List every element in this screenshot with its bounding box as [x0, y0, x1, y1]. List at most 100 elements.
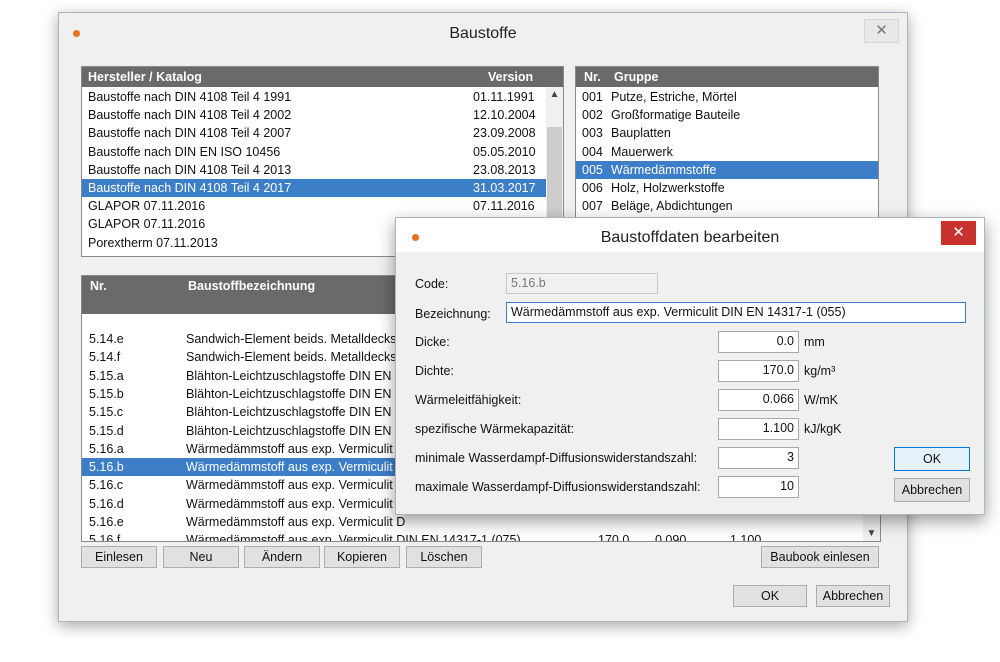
group-row[interactable]: 007 Beläge, Abdichtungen: [576, 197, 878, 215]
material-nr: 5.16.b: [89, 460, 124, 475]
scroll-up-icon[interactable]: ▲: [546, 89, 563, 100]
group-name: Holz, Holzwerkstoffe: [611, 181, 725, 195]
material-name: Wärmedämmstoff aus exp. Vermiculit DIN E…: [186, 533, 521, 542]
catalog-name: Porextherm 07.11.2013: [88, 235, 218, 250]
material-nr: 5.15.a: [89, 368, 124, 383]
group-name: Beläge, Abdichtungen: [611, 199, 733, 214]
material-nr: 5.15.b: [89, 386, 124, 401]
catalog-version: 05.05.2010: [473, 144, 536, 159]
einlesen-button[interactable]: Einlesen: [81, 546, 157, 568]
dialog-title: Baustoffdaten bearbeiten: [600, 229, 780, 246]
col-header-nr: Nr.: [584, 70, 601, 84]
col-header-catalog: Hersteller / Katalog: [88, 70, 202, 84]
catalog-row[interactable]: Baustoffe nach DIN EN ISO 10456 05.05.201…: [82, 143, 546, 161]
material-name: Blähton-Leichtzuschlagstoffe DIN EN 1: [186, 405, 402, 420]
catalog-name: Baustoffe nach DIN 4108 Teil 4 1991: [88, 90, 292, 104]
dicke-label: Dicke:: [415, 335, 450, 349]
dicke-field[interactable]: 0.0: [718, 331, 799, 353]
material-name: Sandwich-Element beids. Metalldecksc: [186, 332, 403, 346]
material-name: Blähton-Leichtzuschlagstoffe DIN EN 1: [186, 368, 402, 383]
aendern-button[interactable]: Ändern: [244, 546, 320, 568]
catalog-row[interactable]: Baustoffe nach DIN 4108 Teil 4 2007 23.09…: [82, 124, 546, 142]
waermekapazitaet-field[interactable]: 1.100: [718, 418, 799, 440]
group-header: Nr. Gruppe: [576, 67, 878, 87]
catalog-row[interactable]: Baustoffe nach DIN 4108 Teil 4 2017 31.03…: [82, 179, 546, 197]
material-nr: 5.16.f: [89, 533, 121, 542]
material-name: Wärmedämmstoff aus exp. Vermiculit D: [186, 496, 406, 511]
min-mu-field[interactable]: 3: [718, 447, 799, 469]
group-row[interactable]: 006 Holz, Holzwerkstoffe: [576, 179, 878, 197]
code-label: Code:: [415, 277, 449, 291]
catalog-version: 07.11.2016: [473, 199, 535, 214]
catalog-version: 12.10.2004: [473, 108, 536, 123]
material-heat-capacity: 1.100: [730, 533, 762, 542]
main-cancel-button[interactable]: Abbrechen: [816, 585, 890, 607]
group-name: Bauplatten: [611, 126, 671, 141]
material-nr: 5.15.c: [89, 405, 124, 420]
col-header-material-nr: Nr.: [90, 279, 107, 293]
col-header-group: Gruppe: [614, 70, 659, 84]
waermekapazitaet-unit: kJ/kgK: [804, 422, 842, 436]
scrollbar-thumb[interactable]: [547, 127, 562, 227]
dialog-title-bar: Baustoffdaten bearbeiten ✕: [396, 218, 984, 252]
max-mu-label: maximale Wasserdampf-Diffusionswiderstan…: [415, 480, 701, 494]
dichte-unit: kg/m³: [804, 364, 836, 378]
catalog-name: Baustoffe nach DIN EN ISO 10456: [88, 144, 281, 159]
material-density: 170.0: [598, 533, 630, 542]
catalog-name: Baustoffe nach DIN 4108 Teil 4 2017: [88, 181, 292, 195]
dichte-label: Dichte:: [415, 364, 454, 378]
material-name: Wärmedämmstoff aus exp. Vermiculit D: [186, 478, 406, 493]
material-name: Blähton-Leichtzuschlagstoffe DIN EN 1: [186, 386, 402, 401]
group-name: Großformatige Bauteile: [611, 108, 741, 123]
main-ok-button[interactable]: OK: [733, 585, 807, 607]
group-nr: 001: [582, 90, 603, 104]
scroll-down-icon[interactable]: ▼: [863, 528, 880, 539]
catalog-name: Baustoffe nach DIN 4108 Teil 4 2013: [88, 162, 292, 177]
loeschen-button[interactable]: Löschen: [406, 546, 482, 568]
min-mu-label: minimale Wasserdampf-Diffusionswiderstan…: [415, 451, 698, 465]
group-row[interactable]: 003 Bauplatten: [576, 124, 878, 142]
catalog-name: GLAPOR 07.11.2016: [88, 199, 206, 214]
material-conductivity: 0.090: [655, 533, 687, 542]
group-row[interactable]: 002 Großformatige Bauteile: [576, 106, 878, 124]
window-title: Baustoffe: [449, 25, 517, 42]
group-row[interactable]: 004 Mauerwerk: [576, 143, 878, 161]
dialog-cancel-button[interactable]: Abbrechen: [894, 478, 970, 502]
dialog-ok-button[interactable]: OK: [894, 447, 970, 471]
bezeichnung-field[interactable]: Wärmedämmstoff aus exp. Vermiculit DIN E…: [506, 302, 966, 323]
dialog-close-button[interactable]: ✕: [941, 221, 976, 245]
material-row[interactable]: 5.16.e Wärmedämmstoff aus exp. Vermiculit…: [82, 513, 863, 531]
group-list: Nr. Gruppe 001 Putze, Estriche, Mörtel 002…: [575, 66, 879, 226]
catalog-version: 23.08.2013: [473, 162, 536, 177]
col-header-material-name: Baustoffbezeichnung: [188, 279, 316, 293]
catalog-version: 31.03.2017: [473, 181, 536, 195]
material-nr: 5.15.d: [89, 423, 124, 438]
material-row[interactable]: 5.16.f Wärmedämmstoff aus exp. Vermiculit…: [82, 531, 863, 542]
material-name: Wärmedämmstoff aus exp. Vermiculit D: [186, 441, 406, 456]
waermeleitfaehigkeit-field[interactable]: 0.066: [718, 389, 799, 411]
max-mu-field[interactable]: 10: [718, 476, 799, 498]
group-row[interactable]: 005 Wärmedämmstoffe: [576, 160, 878, 179]
dialog-body: Code: 5.16.b Bezeichnung: Wärmedämmstoff…: [396, 252, 984, 514]
code-field: 5.16.b: [506, 273, 658, 294]
catalog-row[interactable]: Baustoffe nach DIN 4108 Teil 4 2013 23.08…: [82, 161, 546, 179]
group-nr: 007: [582, 199, 603, 214]
catalog-row[interactable]: Baustoffe nach DIN 4108 Teil 4 1991 01.11…: [82, 88, 546, 106]
material-nr: 5.16.c: [89, 478, 124, 493]
material-name: Wärmedämmstoff aus exp. Vermiculit D: [186, 460, 406, 475]
material-name: Sandwich-Element beids. Metalldecksc: [186, 350, 403, 365]
close-button[interactable]: ✕: [864, 19, 899, 43]
dichte-field[interactable]: 170.0: [718, 360, 799, 382]
group-nr: 004: [582, 144, 603, 159]
baubook-einlesen-button[interactable]: Baubook einlesen: [761, 546, 879, 568]
group-nr: 005: [582, 162, 603, 177]
catalog-name: Baustoffe nach DIN 4108 Teil 4 2002: [88, 108, 292, 123]
neu-button[interactable]: Neu: [163, 546, 239, 568]
kopieren-button[interactable]: Kopieren: [324, 546, 400, 568]
waermeleitfaehigkeit-unit: W/mK: [804, 393, 839, 407]
waermekapazitaet-label: spezifische Wärmekapazität:: [415, 422, 575, 436]
catalog-row[interactable]: Baustoffe nach DIN 4108 Teil 4 2002 12.10…: [82, 106, 546, 124]
group-row[interactable]: 001 Putze, Estriche, Mörtel: [576, 88, 878, 106]
catalog-row[interactable]: GLAPOR 07.11.2016 07.11.2016: [82, 197, 546, 215]
material-name: Wärmedämmstoff aus exp. Vermiculit D: [186, 515, 406, 529]
